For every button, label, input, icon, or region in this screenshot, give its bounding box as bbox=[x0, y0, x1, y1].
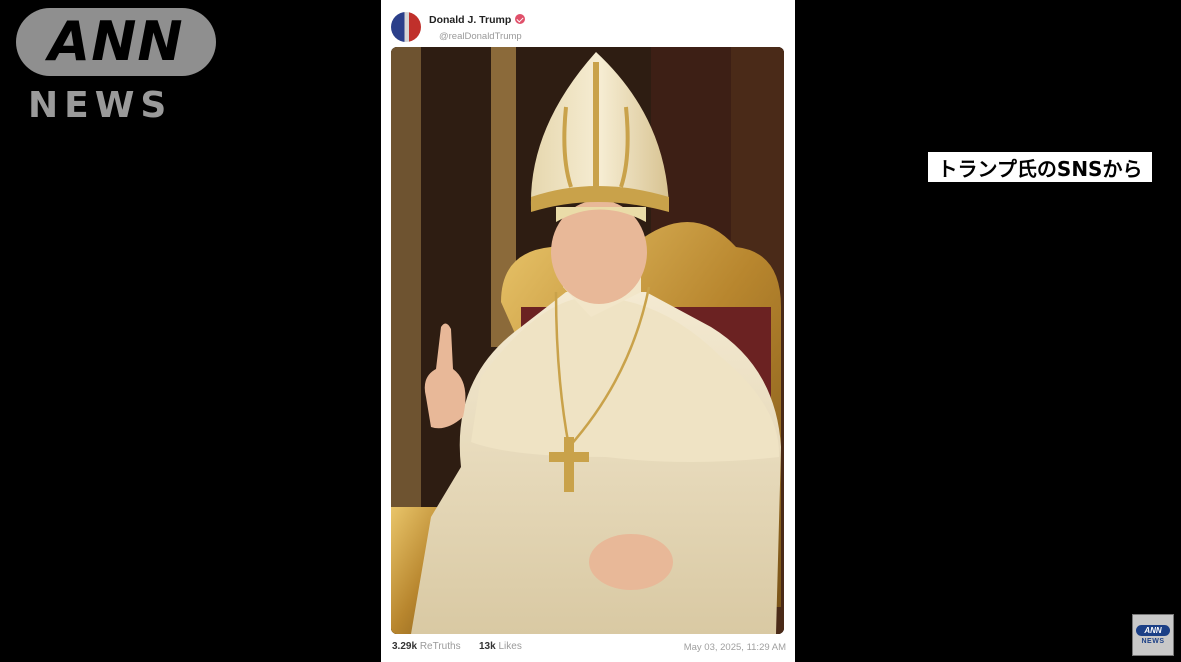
author-name-text: Donald J. Trump bbox=[429, 14, 512, 26]
post-header: Donald J. Trump @realDonaldTrump bbox=[391, 10, 781, 44]
retruths-stat[interactable]: 3.29k ReTruths bbox=[392, 641, 461, 652]
author-handle[interactable]: @realDonaldTrump bbox=[439, 31, 522, 42]
verified-badge-icon bbox=[515, 14, 526, 24]
retruths-label: ReTruths bbox=[419, 641, 461, 652]
post-footer: 3.29k ReTruths 13k Likes May 03, 2025, 1… bbox=[391, 641, 786, 657]
likes-label: Likes bbox=[498, 641, 522, 652]
bug-ann-text: ANN bbox=[1136, 625, 1170, 636]
ann-logo-pill: ANN bbox=[16, 8, 216, 76]
retruths-count: 3.29k bbox=[392, 641, 418, 652]
social-post-card: Donald J. Trump @realDonaldTrump 3.29k R… bbox=[381, 0, 795, 662]
news-caption: トランプ氏のSNSから bbox=[928, 152, 1152, 182]
news-logo-text: NEWS bbox=[28, 85, 173, 126]
bug-news-text: NEWS bbox=[1141, 638, 1165, 645]
likes-count: 13k bbox=[479, 641, 496, 652]
likes-stat[interactable]: 13k Likes bbox=[479, 641, 522, 652]
avatar[interactable] bbox=[391, 12, 421, 42]
post-image[interactable] bbox=[391, 47, 784, 634]
papal-portrait-image bbox=[391, 47, 784, 634]
ann-news-logo: ANN NEWS bbox=[16, 8, 218, 126]
post-timestamp[interactable]: May 03, 2025, 11:29 AM bbox=[684, 642, 786, 653]
author-name[interactable]: Donald J. Trump bbox=[429, 14, 526, 26]
ann-news-bug-logo: ANN NEWS bbox=[1132, 614, 1174, 656]
ann-logo-text: ANN bbox=[48, 10, 184, 73]
